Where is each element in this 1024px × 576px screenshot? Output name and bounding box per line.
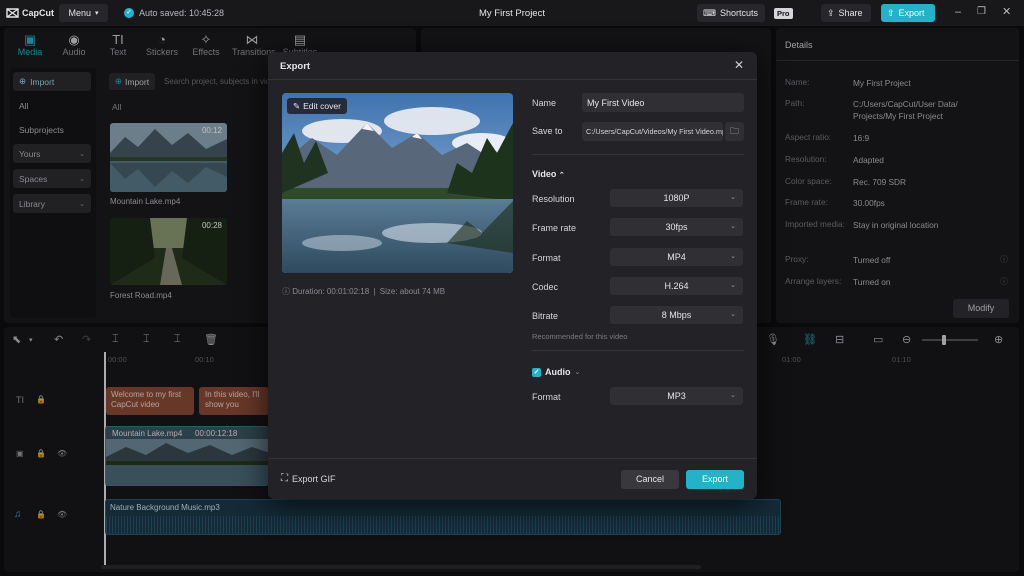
setting-label: Frame rate [532,223,577,233]
chevron-down-icon: ⌄ [730,223,736,230]
chevron-down-icon: ⌄ [730,311,736,318]
share-button[interactable]: ⇪ Share [821,4,871,22]
name-input[interactable] [582,93,744,112]
chevron-up-icon: ⌃ [558,172,565,179]
save-path-field[interactable]: C:/Users/CapCut/Videos/My First Video.mp… [582,122,723,141]
share-icon: ⇪ [827,7,835,18]
audio-section-label: Audio [545,367,571,377]
export-top-button[interactable]: ⇧ Export [881,4,935,22]
cover-preview[interactable]: ✎ Edit cover [282,93,513,273]
export-gif-button[interactable]: ⛶ Export GIF [281,473,336,484]
select-value: MP3 [667,391,686,401]
chevron-down-icon: ⌄ [730,194,736,201]
shortcuts-label: Shortcuts [720,8,759,18]
codec-select[interactable]: H.264 ⌄ [610,277,743,295]
shortcuts-button[interactable]: ⌨ Shortcuts [697,4,765,22]
cancel-button[interactable]: Cancel [621,470,679,489]
folder-icon[interactable]: 🗀 [725,122,744,141]
save-to-label: Save to [532,126,563,136]
title-bar: CapCut Menu ▾ ✓ Auto saved: 10:45:28 My F… [0,0,1024,27]
export-info: ⓘ Duration: 00:01:02:18 | Size: about 74… [282,287,446,296]
name-label: Name [532,98,557,108]
select-value: 1080P [663,193,690,203]
chevron-down-icon: ⌄ [730,282,736,289]
video-section-header[interactable]: Video ⌃ [532,169,565,179]
select-value: H.264 [664,281,689,291]
pencil-icon: ✎ [293,100,301,111]
duration-text: Duration: 00:01:02:18 [292,287,370,296]
dialog-title: Export [280,61,311,72]
close-window-icon[interactable]: ✕ [1002,5,1011,18]
setting-label: Codec [532,282,559,292]
export-gif-label: Export GIF [292,473,336,484]
export-icon: ⇧ [887,7,895,18]
audio-format-label: Format [532,392,561,402]
format-select[interactable]: MP4 ⌄ [610,248,743,266]
bitrate-hint: Recommended for this video [532,332,628,341]
setting-label: Bitrate [532,311,559,321]
pro-badge[interactable]: Pro [774,8,793,19]
chevron-down-icon: ⌄ [574,369,581,376]
restore-icon[interactable]: ❐ [977,6,986,17]
share-label: Share [838,8,863,18]
cover-image [282,93,513,273]
video-section-label: Video [532,169,557,179]
divider [532,154,744,155]
export-dialog: Export ✕ ✎ Edit cover ⓘ Duration: 00:01:0… [268,52,757,499]
audio-format-select[interactable]: MP3 ⌄ [610,387,743,405]
select-value: MP4 [667,252,686,262]
divider [268,79,757,80]
select-value: 30fps [665,222,688,232]
audio-section-header[interactable]: ✓ Audio ⌄ [532,367,580,377]
select-value: 8 Mbps [661,310,692,320]
frame-rate-select[interactable]: 30fps ⌄ [610,218,743,236]
bitrate-select[interactable]: 8 Mbps ⌄ [610,306,743,324]
keyboard-icon: ⌨ [703,7,716,18]
edit-cover-button[interactable]: ✎ Edit cover [287,98,347,114]
resolution-select[interactable]: 1080P ⌄ [610,189,743,207]
gif-frame-icon: ⛶ [281,473,288,484]
close-icon[interactable]: ✕ [734,58,744,72]
edit-cover-label: Edit cover [303,101,341,111]
export-button[interactable]: Export [686,470,744,489]
size-text: Size: about 74 MB [379,287,446,296]
chevron-down-icon: ⌄ [730,392,736,399]
minimize-icon[interactable]: – [955,6,961,18]
divider [268,458,757,459]
setting-label: Format [532,253,561,263]
chevron-down-icon: ⌄ [730,253,736,260]
divider [532,350,744,351]
audio-checkbox[interactable]: ✓ [532,367,541,377]
setting-label: Resolution [532,194,575,204]
info-icon: ⓘ [282,287,290,296]
export-top-label: Export [898,8,925,18]
